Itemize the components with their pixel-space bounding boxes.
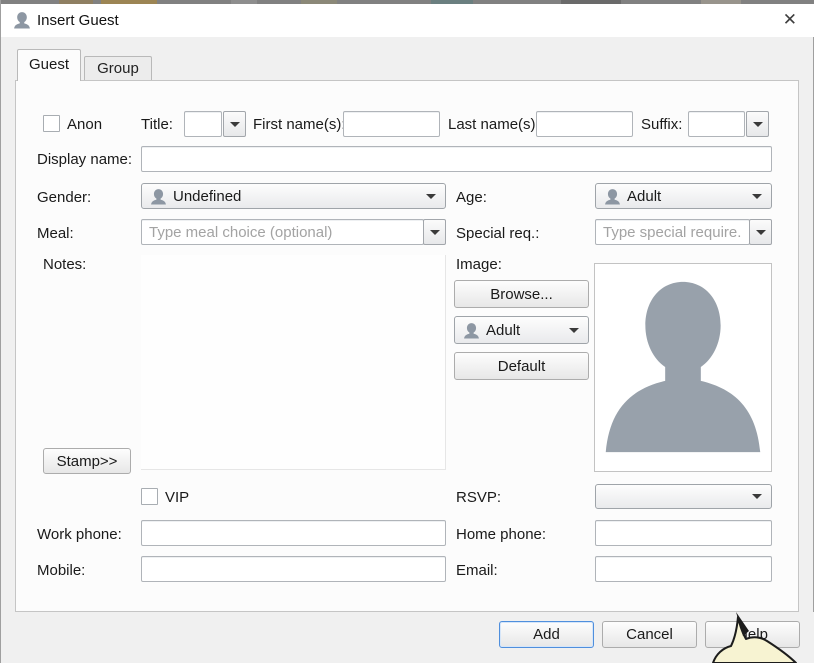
title-label: Title: [141,116,173,133]
mobile-input[interactable] [141,556,446,582]
gender-dropdown[interactable]: Undefined [141,183,446,209]
work-phone-label: Work phone: [37,526,122,543]
mobile-label: Mobile: [37,562,85,579]
email-label: Email: [456,562,498,579]
browse-button[interactable]: Browse... [454,280,589,308]
image-age-dropdown[interactable]: Adult [454,316,589,344]
meal-dropdown-button[interactable] [423,219,446,245]
notes-textarea[interactable] [141,255,446,470]
title-input[interactable] [184,111,222,137]
age-value: Adult [627,188,752,205]
gender-value: Undefined [173,188,426,205]
anon-label: Anon [67,116,102,133]
tab-group[interactable]: Group [84,56,152,81]
tab-guest[interactable]: Guest [17,49,81,81]
person-icon [604,188,621,205]
gender-label: Gender: [37,189,91,206]
email-input[interactable] [595,556,772,582]
suffix-dropdown-button[interactable] [746,111,769,137]
chevron-down-icon [230,122,240,127]
work-phone-input[interactable] [141,520,446,546]
person-icon [13,11,31,29]
meal-label: Meal: [37,225,74,242]
home-phone-label: Home phone: [456,526,546,543]
chevron-down-icon [426,194,436,199]
suffix-label: Suffix: [641,116,682,133]
age-dropdown[interactable]: Adult [595,183,772,209]
image-age-value: Adult [486,322,569,339]
person-icon [150,188,167,205]
age-label: Age: [456,189,487,206]
vip-checkbox[interactable] [141,488,158,505]
first-name-input[interactable] [343,111,440,137]
last-name-input[interactable] [536,111,633,137]
chevron-down-icon [753,122,763,127]
title-dropdown-button[interactable] [223,111,246,137]
guest-image-preview [594,263,772,472]
special-req-label: Special req.: [456,225,539,242]
default-button[interactable]: Default [454,352,589,380]
anon-checkbox[interactable] [43,115,60,132]
display-name-label: Display name: [37,151,132,168]
vip-label: VIP [165,489,189,506]
rsvp-label: RSVP: [456,489,501,506]
meal-input[interactable] [141,219,424,245]
chevron-down-icon [569,328,579,333]
chevron-down-icon [430,230,440,235]
special-req-dropdown-button[interactable] [749,219,772,245]
home-phone-input[interactable] [595,520,772,546]
chevron-down-icon [756,230,766,235]
chevron-down-icon [752,494,762,499]
suffix-input[interactable] [688,111,745,137]
chevron-down-icon [752,194,762,199]
close-icon[interactable]: ✕ [783,10,797,30]
person-icon [463,322,480,339]
insert-guest-dialog: Insert Guest ✕ Guest Group Anon Title: F… [0,0,814,663]
image-label: Image: [456,256,502,273]
cancel-button[interactable]: Cancel [602,621,697,648]
add-button[interactable]: Add [499,621,594,648]
help-button[interactable]: Help [705,621,800,648]
person-silhouette-icon [595,264,771,471]
dialog-title: Insert Guest [37,12,119,29]
last-name-label: Last name(s): [448,116,540,133]
notes-label: Notes: [43,256,86,273]
first-name-label: First name(s): [253,116,346,133]
titlebar: Insert Guest ✕ [1,4,814,37]
stamp-button[interactable]: Stamp>> [43,448,131,474]
display-name-input[interactable] [141,146,772,172]
rsvp-dropdown[interactable] [595,484,772,509]
special-req-input[interactable] [595,219,750,245]
